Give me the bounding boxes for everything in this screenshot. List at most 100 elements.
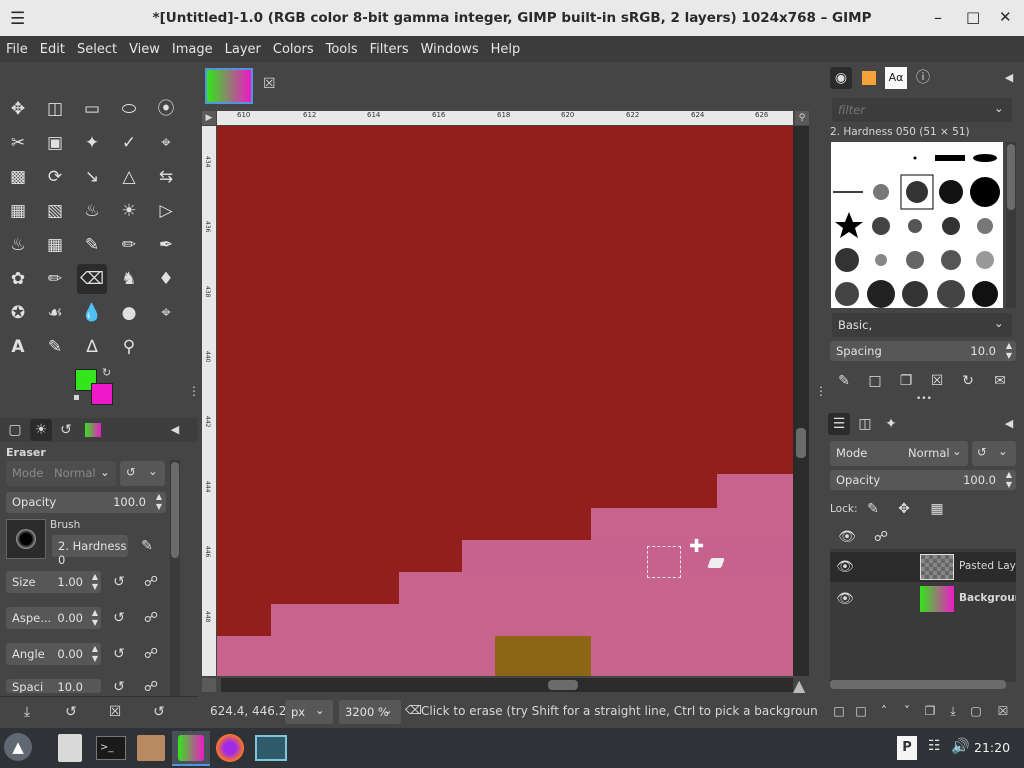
merge-down-icon[interactable]: ⤓ [942, 700, 964, 722]
image-tab-thumbnail[interactable] [205, 68, 253, 104]
archive-icon[interactable] [137, 735, 165, 761]
panel-menu-icon[interactable]: ◀ [164, 419, 186, 441]
foreground-select-icon[interactable]: ▣ [40, 128, 70, 158]
layers-hscrollbar[interactable] [830, 680, 1006, 689]
duplicate-brush-icon[interactable]: ❐ [895, 370, 917, 392]
remote-desktop-icon[interactable] [255, 735, 287, 761]
reset-size-icon[interactable]: ↺ [108, 571, 130, 593]
paths-text-icon[interactable]: ∆ [77, 332, 107, 362]
layer-row[interactable]: 👁 Background [830, 584, 1016, 614]
navigate-icon[interactable] [202, 678, 216, 692]
menu-colors[interactable]: Colors [267, 36, 320, 57]
background-color-swatch[interactable] [91, 383, 113, 405]
panel-menu-icon[interactable]: ◀ [998, 413, 1020, 435]
open-brush-icon[interactable]: ✉ [989, 370, 1011, 392]
reset-angle-icon[interactable]: ↺ [108, 643, 130, 665]
spacing-slider[interactable]: Spaci 10.0 [6, 679, 101, 693]
menu-tools[interactable]: Tools [320, 36, 364, 57]
align-tool-icon[interactable]: ◫ [40, 94, 70, 124]
brush-preview[interactable] [6, 519, 46, 559]
new-brush-icon[interactable]: □ [864, 370, 886, 392]
flip-tool-icon[interactable]: ⇆ [151, 162, 181, 192]
help-tab-icon[interactable]: ⓘ [912, 67, 934, 89]
gradient-tool-icon[interactable]: ▦ [40, 230, 70, 260]
rect-select-icon[interactable]: ▭ [77, 94, 107, 124]
blur-sharpen-icon[interactable]: 💧 [77, 298, 107, 328]
resize-corner-icon[interactable]: ▲ [793, 676, 805, 695]
paintbrush-icon[interactable]: ✎ [77, 230, 107, 260]
network-icon[interactable]: ☷ [928, 738, 941, 754]
volume-icon[interactable]: 🔊 [951, 737, 970, 755]
channels-tab-icon[interactable]: ◫ [854, 413, 876, 435]
close-tab-icon[interactable]: ☒ [263, 76, 276, 92]
panel-menu-icon[interactable]: ◀ [998, 67, 1020, 89]
reset-spacing-icon[interactable]: ↺ [108, 676, 130, 692]
raise-layer-icon[interactable]: ˄ [873, 700, 895, 722]
patterns-tab-icon[interactable] [858, 67, 880, 89]
brush-spacing-slider[interactable]: Spacing 10.0 ▲ ▼ [830, 341, 1016, 361]
rotate-tool-icon[interactable]: ⟳ [40, 162, 70, 192]
swap-colors-icon[interactable]: ↻ [102, 366, 111, 379]
spinner-icon[interactable]: ▲ ▼ [156, 492, 162, 512]
spinner-icon[interactable]: ▲ ▼ [92, 644, 98, 664]
dodge-burn-icon[interactable]: ● [114, 298, 144, 328]
lock-alpha-icon[interactable]: ▦ [926, 498, 948, 520]
files-icon[interactable] [58, 734, 82, 762]
clone-tool-icon[interactable]: ♞ [114, 264, 144, 294]
layer-name[interactable]: Pasted Laye [959, 560, 1016, 572]
link-icon[interactable]: ☍ [140, 571, 162, 593]
free-select-icon[interactable]: ⦿ [151, 94, 181, 124]
spinner-icon[interactable]: ▲ ▼ [92, 608, 98, 628]
menu-view[interactable]: View [123, 36, 166, 57]
zoom-tool-icon[interactable]: ⚲ [114, 332, 144, 362]
paths-tab-icon[interactable]: ✦ [880, 413, 902, 435]
airbrush-icon[interactable]: ✒ [151, 230, 181, 260]
layer-name[interactable]: Background [959, 592, 1016, 604]
menu-help[interactable]: Help [485, 36, 527, 57]
spinner-icon[interactable]: ▲ ▼ [92, 572, 98, 592]
bucket-fill-icon[interactable]: ♨ [3, 230, 33, 260]
perspective-icon[interactable]: ▧ [40, 196, 70, 226]
spinner-icon[interactable]: ▲ ▼ [1006, 341, 1012, 361]
heal-tool-icon[interactable]: ♦ [151, 264, 181, 294]
layer-opacity-slider[interactable]: Opacity 100.0 ▲ ▼ [830, 470, 1016, 490]
text-tool-icon[interactable]: A [3, 332, 33, 362]
shear-tool-icon[interactable]: △ [114, 162, 144, 192]
opacity-slider[interactable]: Opacity 100.0 ▲ ▼ [6, 492, 166, 513]
app-menu-icon[interactable]: ▲ [4, 733, 32, 761]
maximize-button[interactable]: □ [966, 8, 980, 26]
smudge-tool-icon[interactable]: ☙ [40, 298, 70, 328]
horizontal-ruler[interactable]: 610 612 614 616 618 620 622 624 626 [217, 111, 793, 125]
link-icon[interactable]: ☍ [140, 607, 162, 629]
menu-layer[interactable]: Layer [219, 36, 267, 57]
layer-mask-icon[interactable]: ▢ [965, 700, 987, 722]
warp-transform-icon[interactable]: ♨ [77, 196, 107, 226]
lower-layer-icon[interactable]: ˅ [896, 700, 918, 722]
brush-name-field[interactable]: 2. Hardness 0 [52, 535, 128, 567]
visibility-eye-icon[interactable]: 👁 [834, 588, 856, 610]
brush-tag-field[interactable]: Basic, ⌄ [832, 313, 1012, 337]
dock-handle-icon[interactable]: ⋮ [815, 384, 827, 398]
unified-transform-icon[interactable]: ▩ [3, 162, 33, 192]
link-icon[interactable]: ☍ [140, 676, 162, 692]
menu-filters[interactable]: Filters [364, 36, 415, 57]
brush-grid[interactable] [831, 142, 1003, 308]
color-picker-icon[interactable]: ✎ [40, 332, 70, 362]
zoom-image-icon[interactable]: ⚲ [795, 111, 809, 125]
fuzzy-select-icon[interactable]: ✦ [77, 128, 107, 158]
new-layer-icon[interactable]: □ [850, 700, 872, 722]
size-slider[interactable]: Size 1.00 ▲ ▼ [6, 571, 101, 593]
reset-mode-button[interactable]: ↺ ⌄ [120, 461, 165, 486]
unit-dropdown[interactable]: px ⌄ [285, 700, 333, 724]
close-button[interactable]: ✕ [999, 8, 1012, 26]
edit-brush-icon[interactable]: ✎ [136, 535, 158, 557]
layer-mode-reset[interactable]: ↺ ⌄ [972, 441, 1016, 466]
angle-slider[interactable]: Angle 0.00 ▲ ▼ [6, 643, 101, 665]
delete-brush-icon[interactable]: ☒ [926, 370, 948, 392]
dock-separator-icon[interactable]: ••• [916, 394, 932, 404]
measure-tool-icon[interactable]: ⌖ [151, 298, 181, 328]
restore-options-icon[interactable]: ↺ [60, 701, 82, 723]
fonts-tab-icon[interactable]: Aα [885, 67, 907, 89]
edit-brush-icon[interactable]: ✎ [833, 370, 855, 392]
images-icon[interactable] [82, 419, 104, 441]
